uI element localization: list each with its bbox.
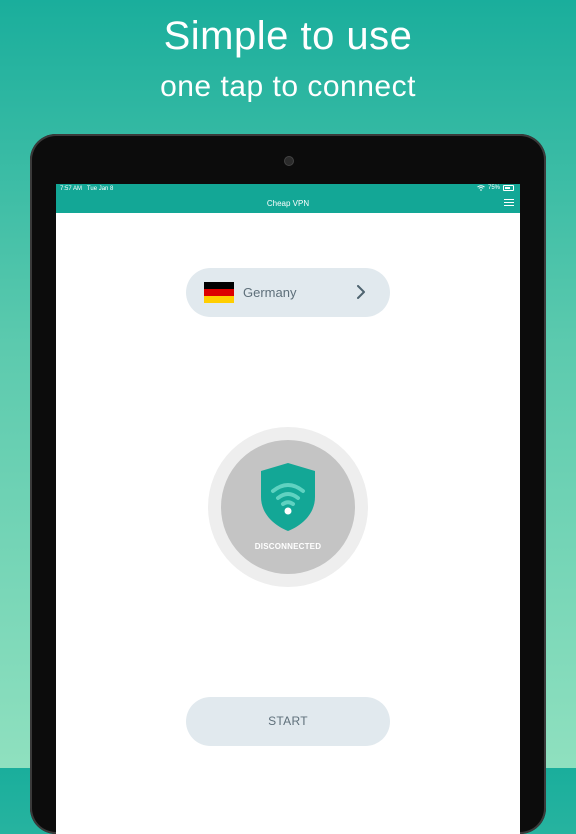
country-name: Germany bbox=[243, 285, 297, 300]
battery-percent: 75% bbox=[487, 185, 500, 191]
app-title: Cheap VPN bbox=[266, 199, 310, 208]
promo-subtitle: one tap to connect bbox=[160, 70, 416, 103]
camera-dot bbox=[284, 156, 294, 166]
promo-title: Simple to use bbox=[163, 14, 413, 58]
flag-stripe-black bbox=[204, 282, 234, 289]
app-bar: 7:57 AM Tue Jan 8 75% Cheap VPN bbox=[56, 184, 520, 213]
shield-wifi-icon bbox=[261, 463, 315, 531]
status-bar-left: 7:57 AM Tue Jan 8 bbox=[60, 186, 113, 192]
status-bar-right: 75% bbox=[477, 185, 514, 191]
flag-stripe-gold bbox=[204, 296, 234, 303]
app-screen: 7:57 AM Tue Jan 8 75% Cheap VPN Germany … bbox=[56, 184, 520, 834]
hamburger-menu-icon[interactable] bbox=[504, 199, 514, 208]
wifi-icon bbox=[477, 185, 485, 191]
country-selector-button[interactable]: Germany bbox=[186, 268, 390, 317]
flag-stripe-red bbox=[204, 289, 234, 296]
start-button[interactable]: START bbox=[186, 697, 390, 746]
chevron-right-icon bbox=[357, 285, 365, 299]
status-time: 7:57 AM bbox=[60, 186, 83, 192]
battery-icon bbox=[503, 185, 514, 191]
status-date: Tue Jan 8 bbox=[86, 186, 114, 192]
connection-toggle[interactable]: DISCONNECTED bbox=[208, 427, 368, 587]
tablet-frame: 7:57 AM Tue Jan 8 75% Cheap VPN Germany … bbox=[30, 134, 546, 834]
connection-status-circle: DISCONNECTED bbox=[221, 440, 355, 574]
connection-status-label: DISCONNECTED bbox=[254, 542, 322, 551]
germany-flag-icon bbox=[204, 282, 234, 303]
